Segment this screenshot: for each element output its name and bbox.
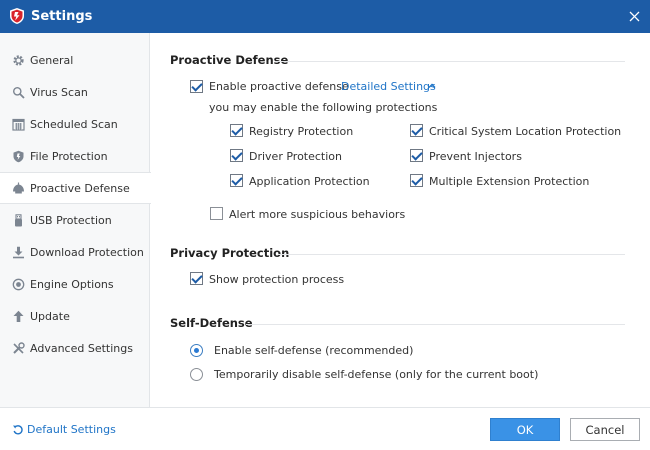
- show-protection-process-checkbox[interactable]: [190, 272, 203, 285]
- sidebar-item-label: General: [30, 53, 74, 67]
- sidebar-item-label: Advanced Settings: [30, 341, 133, 355]
- default-settings-label: Default Settings: [27, 423, 116, 436]
- sidebar-item-general[interactable]: General: [0, 44, 150, 76]
- protections-hint: you may enable the following protections: [209, 101, 438, 114]
- alert-suspicious-behaviors-label[interactable]: Alert more suspicious behaviors: [229, 208, 405, 221]
- tools-icon: [11, 341, 25, 355]
- prevent-injectors-checkbox[interactable]: [410, 149, 423, 162]
- reset-icon: [12, 424, 24, 436]
- sidebar-item-scheduled-scan[interactable]: Scheduled Scan: [0, 108, 150, 140]
- dialog-footer: Default Settings OK Cancel: [0, 407, 650, 450]
- sidebar-item-label: File Protection: [30, 149, 108, 163]
- disable-self-defense-radio[interactable]: [190, 368, 203, 381]
- prevent-injectors-label[interactable]: Prevent Injectors: [429, 150, 522, 163]
- multiple-extension-protection-checkbox[interactable]: [410, 174, 423, 187]
- title-bar: Settings: [0, 0, 650, 33]
- critical-system-location-protection-label[interactable]: Critical System Location Protection: [429, 125, 621, 138]
- cancel-button[interactable]: Cancel: [570, 418, 640, 441]
- sidebar-item-usb-protection[interactable]: USB Protection: [0, 204, 150, 236]
- detailed-settings-link[interactable]: Detailed Settings: [341, 80, 436, 93]
- application-protection-label[interactable]: Application Protection: [249, 175, 370, 188]
- section-title-privacy-protection: Privacy Protection: [170, 246, 290, 260]
- section-divider: [278, 254, 625, 255]
- sidebar-item-label: Download Protection: [30, 245, 144, 259]
- sidebar-item-label: USB Protection: [30, 213, 112, 227]
- enable-proactive-defense-label[interactable]: Enable proactive defense: [209, 80, 349, 93]
- calendar-icon: [11, 117, 25, 131]
- driver-protection-label[interactable]: Driver Protection: [249, 150, 342, 163]
- section-divider: [275, 61, 625, 62]
- close-icon[interactable]: [624, 6, 644, 26]
- multiple-extension-protection-label[interactable]: Multiple Extension Protection: [429, 175, 589, 188]
- enable-self-defense-radio[interactable]: [190, 344, 203, 357]
- sidebar-item-virus-scan[interactable]: Virus Scan: [0, 76, 150, 108]
- sidebar-item-download-protection[interactable]: Download Protection: [0, 236, 150, 268]
- sidebar-item-label: Engine Options: [30, 277, 114, 291]
- engine-icon: [11, 277, 25, 291]
- download-icon: [11, 245, 25, 259]
- default-settings-link[interactable]: Default Settings: [12, 423, 116, 436]
- disable-self-defense-label[interactable]: Temporarily disable self-defense (only f…: [214, 368, 538, 381]
- alert-suspicious-behaviors-checkbox[interactable]: [210, 207, 223, 220]
- sidebar-item-update[interactable]: Update: [0, 300, 150, 332]
- gear-icon: [11, 53, 25, 67]
- enable-proactive-defense-checkbox[interactable]: [190, 80, 203, 93]
- sidebar-item-file-protection[interactable]: File Protection: [0, 140, 150, 172]
- proactive-icon: [11, 181, 25, 195]
- section-title-proactive-defense: Proactive Defense: [170, 53, 289, 67]
- sidebar: General Virus Scan Scheduled Scan File P…: [0, 33, 151, 407]
- application-protection-checkbox[interactable]: [230, 174, 243, 187]
- enable-self-defense-label[interactable]: Enable self-defense (recommended): [214, 344, 413, 357]
- sidebar-item-label: Update: [30, 309, 70, 323]
- ok-button[interactable]: OK: [490, 418, 560, 441]
- sidebar-item-proactive-defense[interactable]: Proactive Defense: [0, 172, 151, 204]
- critical-system-location-protection-checkbox[interactable]: [410, 124, 423, 137]
- driver-protection-checkbox[interactable]: [230, 149, 243, 162]
- show-protection-process-label[interactable]: Show protection process: [209, 273, 344, 286]
- sidebar-item-engine-options[interactable]: Engine Options: [0, 268, 150, 300]
- sidebar-item-label: Scheduled Scan: [30, 117, 118, 131]
- sidebar-item-advanced-settings[interactable]: Advanced Settings: [0, 332, 150, 364]
- registry-protection-checkbox[interactable]: [230, 124, 243, 137]
- section-divider: [246, 324, 625, 325]
- shield-icon: [11, 149, 25, 163]
- search-icon: [11, 85, 25, 99]
- chevron-up-icon[interactable]: [427, 81, 437, 91]
- registry-protection-label[interactable]: Registry Protection: [249, 125, 353, 138]
- window-title: Settings: [31, 9, 93, 24]
- sidebar-item-label: Proactive Defense: [30, 181, 130, 195]
- app-logo-icon: [8, 7, 26, 25]
- update-icon: [11, 309, 25, 323]
- sidebar-item-label: Virus Scan: [30, 85, 88, 99]
- section-title-self-defense: Self-Defense: [170, 316, 253, 330]
- usb-icon: [11, 213, 25, 227]
- settings-panel: Proactive Defense Enable proactive defen…: [151, 33, 650, 407]
